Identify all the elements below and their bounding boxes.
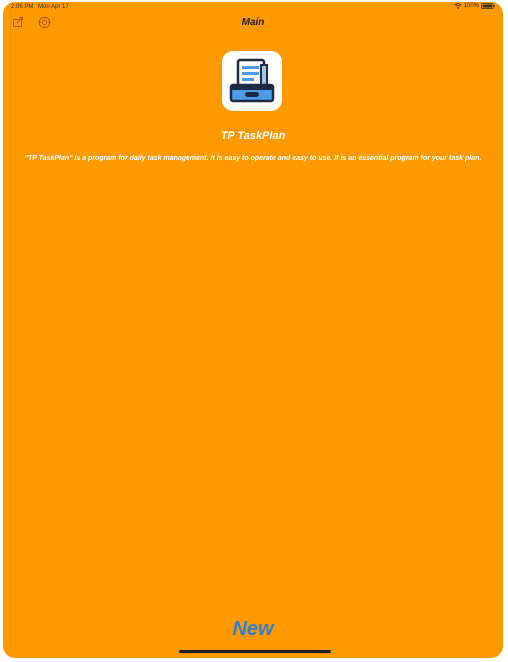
status-date: Mon Apr 17 <box>38 4 69 10</box>
wifi-icon <box>453 3 462 9</box>
page-title: Main <box>241 17 265 28</box>
status-time: 2:06 PM <box>11 4 34 10</box>
app-name: TP TaskPlan <box>220 130 286 142</box>
app-description: "TP TaskPlan" is a program for daily tas… <box>24 155 482 162</box>
battery-percent: 100% <box>463 3 479 9</box>
battery-icon <box>481 3 495 9</box>
document-tray-icon <box>229 58 275 103</box>
task-plan-app-icon <box>222 51 282 111</box>
navigation-bar: Main <box>3 14 503 34</box>
new-task-button[interactable]: New <box>203 618 303 641</box>
status-bar: 2:06 PM Mon Apr 17 100% <box>3 2 503 14</box>
home-indicator <box>179 650 331 653</box>
status-indicators: 100% <box>453 3 495 9</box>
app-screen: 2:06 PM Mon Apr 17 100% Main TP TaskPlan… <box>3 2 503 658</box>
